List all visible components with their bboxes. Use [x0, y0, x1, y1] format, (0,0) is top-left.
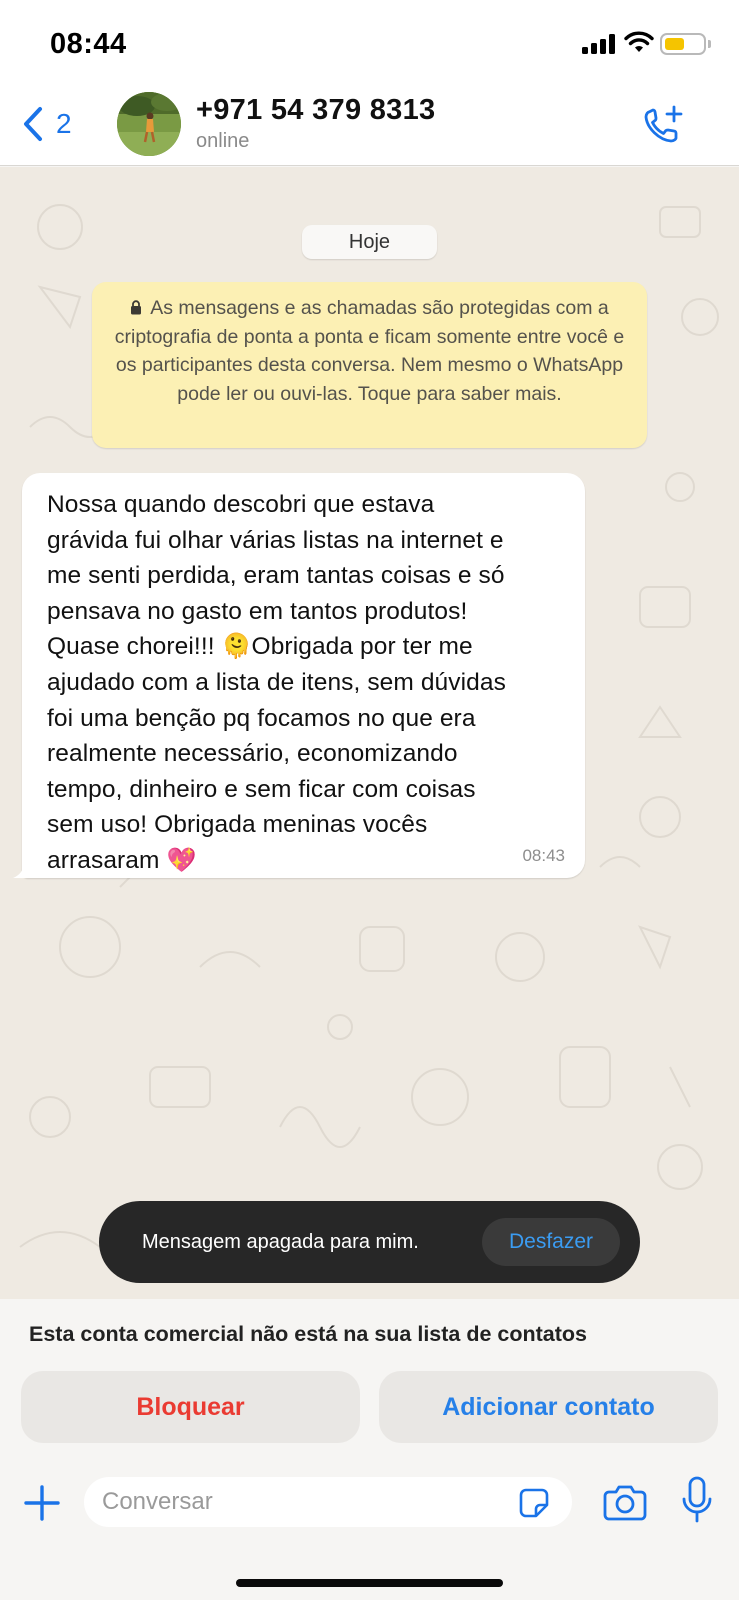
- encryption-notice[interactable]: As mensagens e as chamadas são protegida…: [92, 282, 647, 448]
- status-time: 08:44: [50, 28, 127, 60]
- business-notice: Esta conta comercial não está na sua lis…: [29, 1322, 588, 1346]
- contact-status: online: [196, 130, 250, 152]
- sparkling-heart-emoji: 💖: [166, 845, 197, 874]
- plus-icon[interactable]: [22, 1483, 62, 1523]
- chevron-left-icon: [24, 107, 42, 141]
- message-text: Nossa quando descobri que estava grávida…: [47, 487, 565, 879]
- deleted-toast: Mensagem apagada para mim. Desfazer: [99, 1201, 640, 1283]
- home-indicator: [236, 1579, 503, 1587]
- message-input-wrap: [84, 1477, 572, 1527]
- undo-button[interactable]: Desfazer: [482, 1218, 620, 1266]
- camera-icon[interactable]: [603, 1482, 647, 1522]
- status-bar: 08:44: [0, 0, 739, 88]
- incoming-message[interactable]: Nossa quando descobri que estava grávida…: [13, 473, 585, 879]
- back-button[interactable]: 2: [20, 102, 72, 146]
- composer: [0, 1475, 739, 1535]
- mic-icon[interactable]: [680, 1475, 714, 1527]
- chat-area[interactable]: Hoje As mensagens e as chamadas são prot…: [0, 167, 739, 1299]
- date-chip: Hoje: [302, 225, 437, 259]
- encryption-notice-text: As mensagens e as chamadas são protegida…: [114, 297, 625, 405]
- bottom-panel: Esta conta comercial não está na sua lis…: [0, 1299, 739, 1600]
- add-call-icon: [644, 105, 683, 143]
- block-button[interactable]: Bloquear: [21, 1371, 360, 1443]
- chat-header: 2 +971 54 379 8313 online: [0, 88, 739, 166]
- battery-icon: [660, 33, 706, 55]
- lock-icon: [131, 300, 142, 315]
- sticker-icon[interactable]: [518, 1487, 550, 1519]
- message-time: 08:43: [522, 846, 565, 865]
- message-text-part2: Obrigada por ter me ajudado com a lista …: [47, 633, 506, 874]
- melting-face-emoji: 🫠: [221, 632, 252, 661]
- unread-count: 2: [56, 108, 72, 139]
- avatar[interactable]: [117, 92, 181, 156]
- contact-name[interactable]: +971 54 379 8313: [196, 94, 435, 127]
- toast-text: Mensagem apagada para mim.: [142, 1230, 419, 1253]
- cellular-signal-icon: [582, 34, 616, 54]
- add-call-button[interactable]: [640, 102, 686, 148]
- add-contact-button[interactable]: Adicionar contato: [379, 1371, 718, 1443]
- message-input[interactable]: [102, 1477, 502, 1527]
- wifi-icon: [624, 31, 654, 52]
